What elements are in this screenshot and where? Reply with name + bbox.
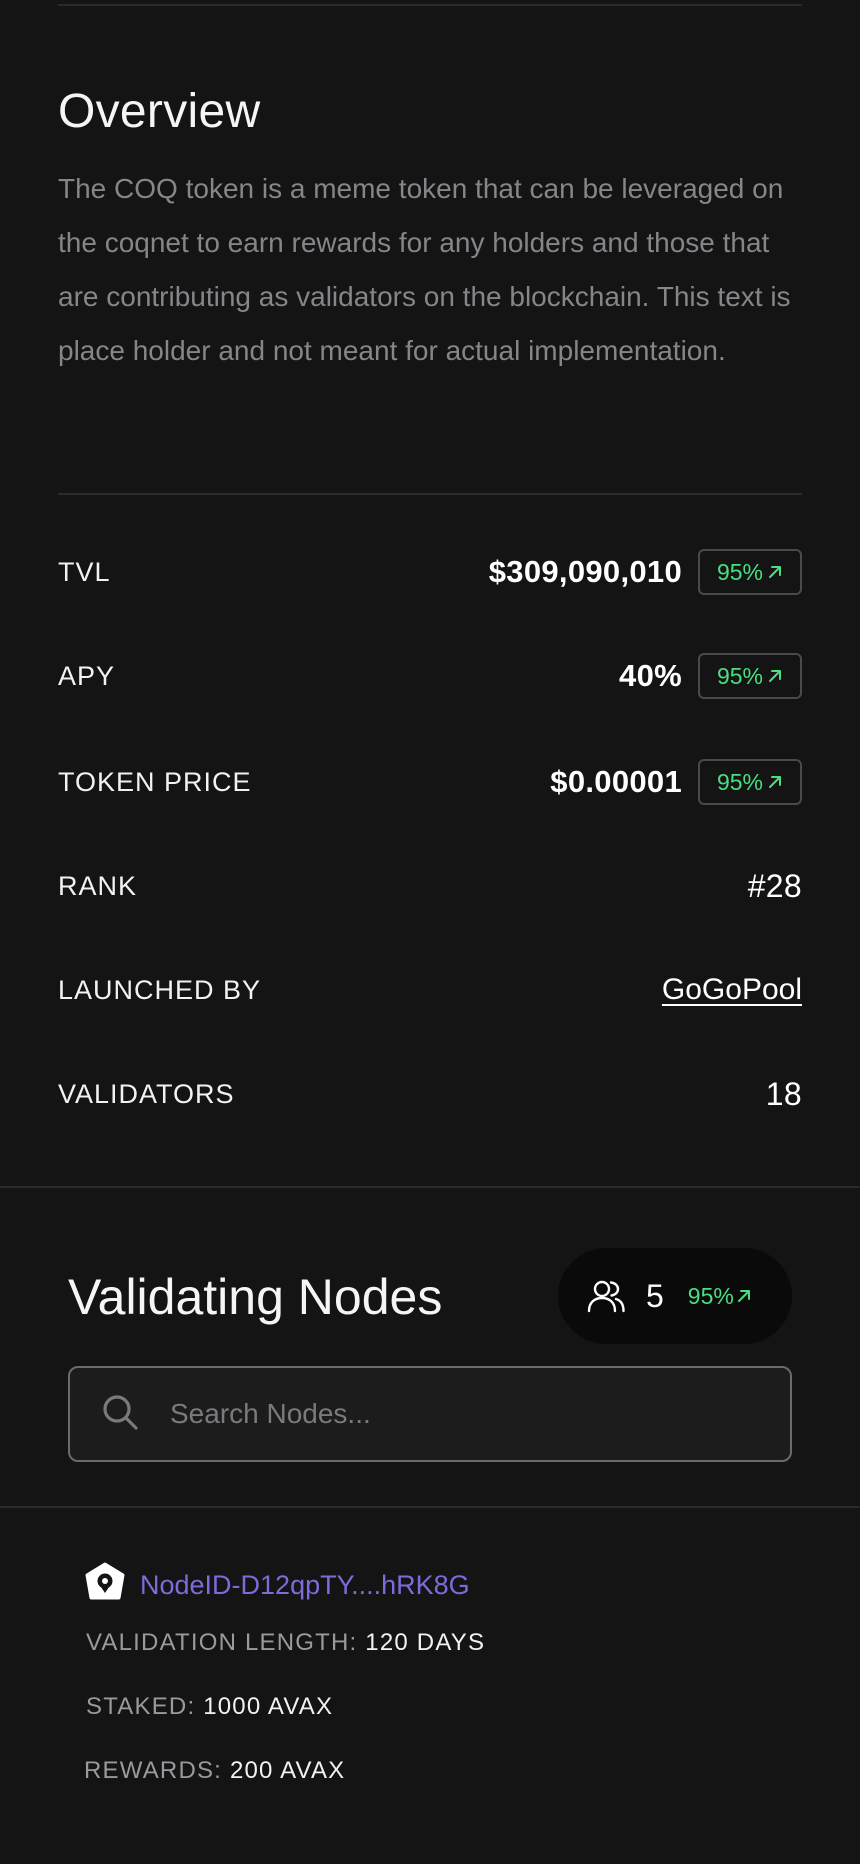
rewards-label: REWARDS: — [84, 1757, 223, 1784]
overview-title: Overview — [58, 85, 261, 138]
validation-length-value: 120 DAYS — [365, 1629, 486, 1656]
stat-label-token-price: TOKEN PRICE — [58, 766, 252, 797]
node-count: 5 — [646, 1277, 664, 1314]
arrow-up-right-icon — [767, 774, 783, 790]
arrow-up-right-icon — [736, 1288, 752, 1304]
section-divider — [0, 1186, 860, 1188]
rewards-value: 200 AVAX — [229, 1757, 346, 1784]
node-badge-icon — [84, 1562, 126, 1609]
change-value-tvl: 95% — [716, 558, 764, 585]
search-icon — [100, 1392, 140, 1437]
change-value-apy: 95% — [716, 662, 764, 689]
stat-row-launched-by: LAUNCHED BY GoGoPool — [58, 966, 802, 1014]
stat-value-tvl: $309,090,010 — [488, 554, 682, 589]
node-count-change-value: 95% — [687, 1282, 734, 1309]
search-nodes-input[interactable] — [168, 1397, 732, 1431]
change-badge-token-price: 95% — [698, 759, 802, 805]
stat-value-token-price: $0.00001 — [550, 764, 682, 799]
stat-row-apy: APY 40% 95% — [58, 652, 802, 700]
stat-row-validators: VALIDATORS 18 — [58, 1070, 802, 1118]
stat-value-validators: 18 — [765, 1075, 802, 1112]
validation-length-label: VALIDATION LENGTH: — [86, 1629, 358, 1656]
stat-row-rank: RANK #28 — [58, 862, 802, 910]
node-id-link[interactable]: NodeID-D12qpTY....hRK8G — [140, 1570, 470, 1601]
users-icon — [586, 1278, 626, 1314]
node-count-change: 95% — [688, 1283, 752, 1310]
stat-label-launched-by: LAUNCHED BY — [58, 974, 262, 1005]
top-divider — [58, 4, 802, 6]
change-value-token-price: 95% — [716, 768, 764, 795]
node-staked: STAKED: 1000 AVAX — [86, 1693, 333, 1721]
staked-label: STAKED: — [86, 1693, 196, 1720]
validating-nodes-title: Validating Nodes — [68, 1269, 443, 1325]
node-count-pill: 5 95% — [558, 1248, 792, 1344]
stat-label-apy: APY — [58, 660, 116, 691]
stat-row-token-price: TOKEN PRICE $0.00001 95% — [58, 758, 802, 806]
nodes-list-divider — [0, 1506, 860, 1508]
node-card: NodeID-D12qpTY....hRK8G — [84, 1562, 470, 1608]
arrow-up-right-icon — [767, 564, 783, 580]
change-badge-tvl: 95% — [698, 549, 802, 595]
stat-label-validators: VALIDATORS — [58, 1078, 235, 1109]
staked-value: 1000 AVAX — [203, 1693, 334, 1720]
node-rewards: REWARDS: 200 AVAX — [84, 1757, 345, 1785]
stat-row-tvl: TVL $309,090,010 95% — [58, 548, 802, 596]
stat-value-rank: #28 — [747, 867, 802, 904]
stat-value-apy: 40% — [619, 658, 682, 693]
change-badge-apy: 95% — [698, 653, 802, 699]
stat-label-rank: RANK — [58, 870, 138, 901]
node-validation-length: VALIDATION LENGTH: 120 DAYS — [86, 1629, 485, 1657]
overview-description: The COQ token is a meme token that can b… — [58, 173, 791, 366]
overview-divider — [58, 493, 802, 495]
arrow-up-right-icon — [767, 668, 783, 684]
node-header: NodeID-D12qpTY....hRK8G — [84, 1562, 470, 1608]
search-nodes-box[interactable] — [68, 1366, 792, 1462]
launched-by-link[interactable]: GoGoPool — [662, 973, 802, 1007]
stat-label-tvl: TVL — [58, 556, 111, 587]
